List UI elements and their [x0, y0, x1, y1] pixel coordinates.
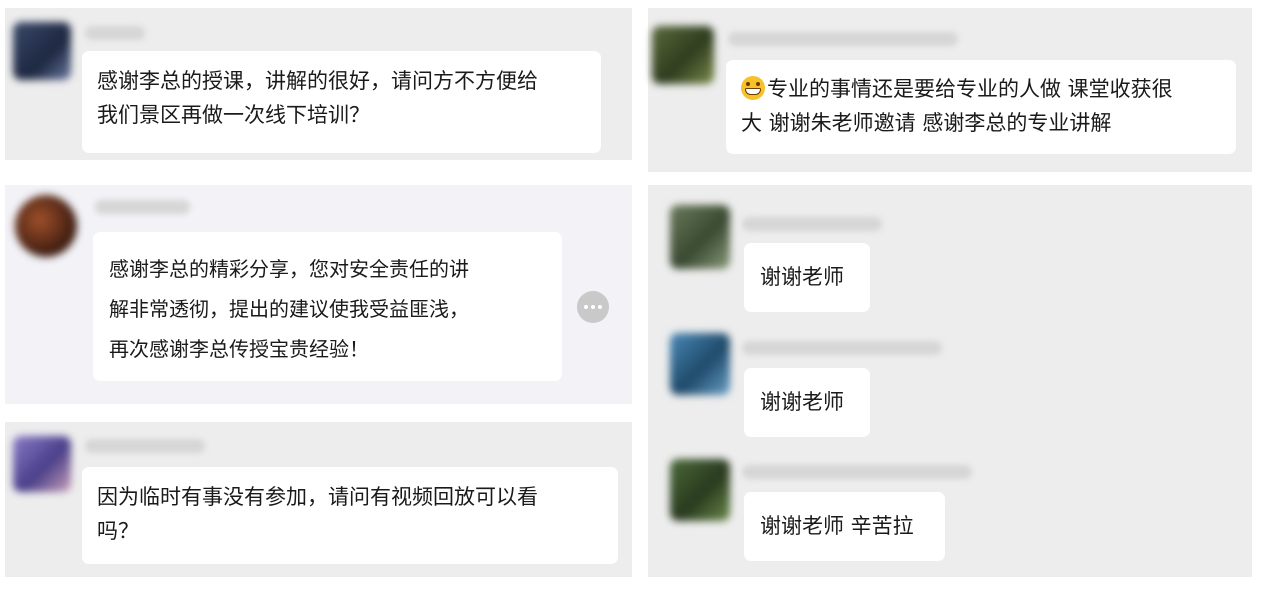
message-text: 谢谢老师 [760, 265, 844, 289]
message-bubble: 专业的事情还是要给专业的人做 课堂收获很 大 谢谢朱老师邀请 感谢李总的专业讲解 [726, 60, 1236, 154]
message-bubble: 谢谢老师 [744, 243, 870, 312]
message-text: 专业的事情还是要给专业的人做 课堂收获很 大 谢谢朱老师邀请 感谢李总的专业讲解 [741, 77, 1173, 135]
user-name [95, 200, 190, 214]
user-name [742, 341, 942, 355]
comment-card-5: 谢谢老师 谢谢老师 谢谢老师 辛苦拉 [648, 185, 1252, 577]
user-avatar[interactable] [670, 459, 730, 521]
message-bubble: 感谢李总的授课，讲解的很好，请问方不方便给 我们景区再做一次线下培训？ [82, 51, 601, 153]
message-text: 感谢李总的精彩分享，您对安全责任的讲 解非常透彻，提出的建议使我受益匪浅， 再次… [109, 257, 469, 361]
message-text: 谢谢老师 辛苦拉 [760, 514, 914, 538]
comment-card-4: 专业的事情还是要给专业的人做 课堂收获很 大 谢谢朱老师邀请 感谢李总的专业讲解 [648, 8, 1252, 172]
message-text: 感谢李总的授课，讲解的很好，请问方不方便给 我们景区再做一次线下培训？ [97, 69, 538, 127]
more-options-button[interactable] [577, 291, 609, 323]
user-avatar[interactable] [670, 205, 730, 269]
message-bubble: 因为临时有事没有参加，请问有视频回放可以看 吗？ [82, 467, 618, 564]
message-text: 谢谢老师 [760, 390, 844, 414]
message-bubble: 感谢李总的精彩分享，您对安全责任的讲 解非常透彻，提出的建议使我受益匪浅， 再次… [93, 232, 562, 381]
user-name [742, 217, 882, 231]
user-avatar[interactable] [13, 22, 71, 80]
comment-card-3: 因为临时有事没有参加，请问有视频回放可以看 吗？ [5, 422, 632, 577]
user-avatar[interactable] [652, 26, 714, 84]
user-avatar[interactable] [13, 436, 71, 492]
user-name [85, 439, 205, 453]
comment-card-2: 感谢李总的精彩分享，您对安全责任的讲 解非常透彻，提出的建议使我受益匪浅， 再次… [5, 185, 632, 404]
user-avatar[interactable] [15, 195, 77, 257]
message-text: 因为临时有事没有参加，请问有视频回放可以看 吗？ [97, 485, 538, 543]
message-bubble: 谢谢老师 辛苦拉 [744, 492, 945, 561]
user-name [85, 26, 145, 40]
user-name [728, 32, 958, 46]
comment-card-1: 感谢李总的授课，讲解的很好，请问方不方便给 我们景区再做一次线下培训？ [5, 8, 632, 160]
user-name [742, 465, 972, 479]
message-bubble: 谢谢老师 [744, 368, 870, 437]
user-avatar[interactable] [670, 333, 730, 395]
grinning-face-icon [741, 76, 765, 100]
